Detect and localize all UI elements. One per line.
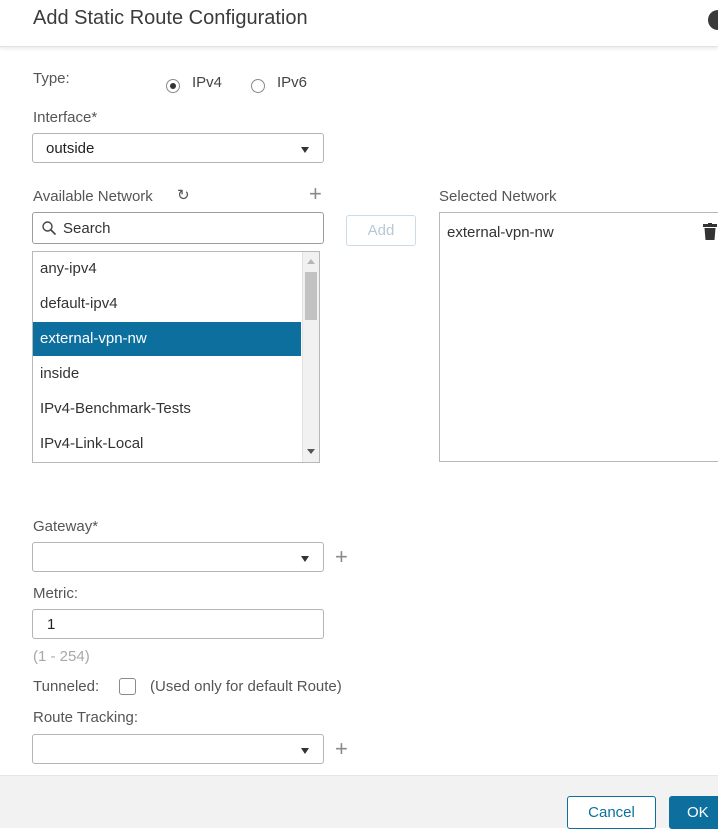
scroll-up-icon[interactable] [307, 259, 315, 264]
search-box[interactable] [32, 212, 324, 244]
selected-network-item: external-vpn-nw [447, 224, 554, 241]
ipv6-radio[interactable] [251, 79, 265, 93]
add-network-plus-icon[interactable]: + [309, 183, 322, 205]
ipv6-label: IPv6 [277, 74, 308, 91]
dialog-header: Add Static Route Configuration [0, 0, 718, 47]
interface-value: outside [46, 140, 95, 157]
metric-range-hint: (1 - 254) [33, 648, 90, 665]
add-route-tracking-plus-icon[interactable]: + [335, 738, 348, 760]
ok-button[interactable]: OK [669, 796, 718, 829]
dialog-title: Add Static Route Configuration [33, 7, 308, 29]
interface-label: Interface* [33, 109, 98, 126]
chevron-down-icon [301, 556, 309, 562]
list-item-selected[interactable]: external-vpn-nw [33, 322, 301, 356]
chevron-down-icon [301, 748, 309, 754]
route-tracking-select[interactable] [32, 734, 324, 764]
list-scrollbar[interactable] [302, 252, 319, 462]
ipv4-label: IPv4 [192, 74, 223, 91]
available-network-list[interactable]: any-ipv4 default-ipv4 external-vpn-nw in… [32, 251, 320, 463]
list-item[interactable]: inside [33, 357, 301, 391]
ipv4-radio[interactable] [166, 79, 180, 93]
cancel-button[interactable]: Cancel [567, 796, 656, 829]
chevron-down-icon [301, 147, 309, 153]
list-item[interactable]: IPv4-Link-Local [33, 427, 301, 461]
search-icon [42, 221, 56, 235]
scroll-down-icon[interactable] [307, 449, 315, 454]
scroll-thumb[interactable] [305, 272, 317, 320]
search-input[interactable] [63, 217, 313, 239]
gateway-label: Gateway* [33, 518, 99, 535]
available-network-label: Available Network [33, 188, 153, 205]
trash-icon[interactable] [703, 223, 717, 241]
selected-network-label: Selected Network [439, 188, 557, 205]
tunneled-checkbox[interactable] [119, 678, 136, 695]
metric-input[interactable]: 1 [32, 609, 324, 639]
help-icon[interactable] [708, 10, 718, 30]
route-tracking-label: Route Tracking: [33, 709, 139, 726]
metric-value: 1 [47, 616, 56, 633]
list-item[interactable]: IPv4-Benchmark-Tests [33, 392, 301, 426]
tunneled-note: (Used only for default Route) [150, 678, 342, 695]
type-label: Type: [33, 70, 70, 87]
tunneled-label: Tunneled: [33, 678, 100, 695]
list-item[interactable]: any-ipv4 [33, 252, 301, 286]
add-gateway-plus-icon[interactable]: + [335, 546, 348, 568]
refresh-icon[interactable]: ↻ [177, 188, 190, 204]
interface-select[interactable]: outside [32, 133, 324, 163]
metric-label: Metric: [33, 585, 78, 602]
selected-network-list: external-vpn-nw [439, 212, 718, 462]
add-button[interactable]: Add [346, 215, 416, 246]
gateway-select[interactable] [32, 542, 324, 572]
list-item[interactable]: default-ipv4 [33, 287, 301, 321]
